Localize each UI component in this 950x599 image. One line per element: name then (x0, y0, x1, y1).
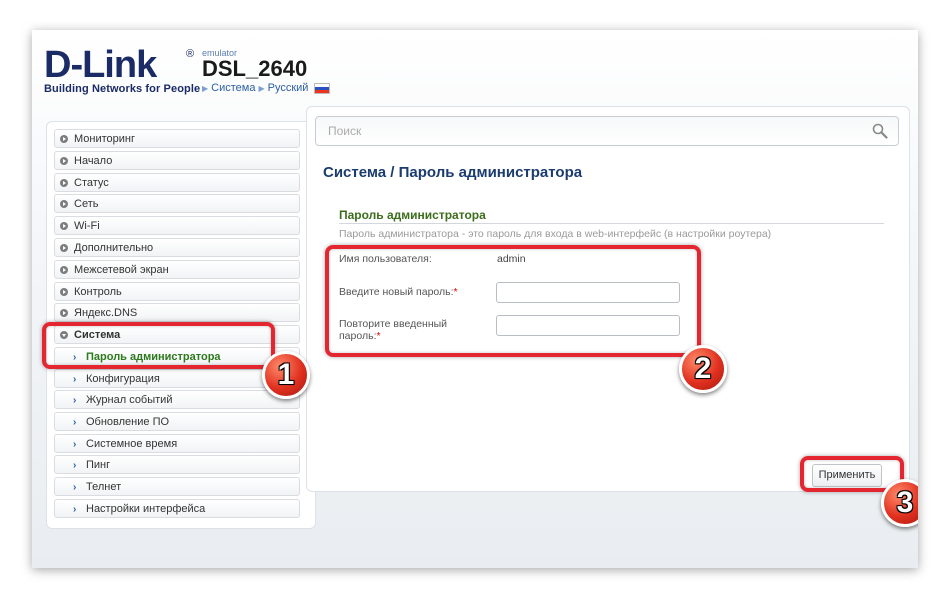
sidebar-subitem-label: Системное время (86, 438, 178, 450)
sidebar-item-label: Мониторинг (74, 133, 136, 145)
bullet-arrow-icon (60, 157, 68, 165)
bullet-arrow-icon (60, 266, 68, 274)
highlight-box-1 (42, 322, 275, 369)
bullet-arrow-icon (60, 309, 68, 317)
bullet-arrow-icon (60, 222, 68, 230)
step-badge-2: 2 (679, 345, 727, 393)
sidebar-item-wifi[interactable]: Wi-Fi (54, 216, 300, 235)
section-divider (339, 223, 884, 224)
sidebar-item-start[interactable]: Начало (54, 151, 300, 170)
section-description: Пароль администратора - это пароль для в… (339, 228, 772, 240)
chevron-right-icon: › (73, 374, 77, 385)
sidebar-item-label: Дополнительно (74, 242, 154, 254)
sidebar-item-yandex-dns[interactable]: Яндекс.DNS (54, 303, 300, 322)
chevron-right-icon: › (73, 439, 77, 450)
sidebar-item-network[interactable]: Сеть (54, 194, 300, 213)
sidebar-subitem-label: Настройки интерфейса (86, 503, 206, 515)
logo-registered-mark: ® (186, 48, 195, 60)
search-icon[interactable] (872, 123, 888, 139)
bullet-arrow-icon (60, 200, 68, 208)
sidebar-item-monitoring[interactable]: Мониторинг (54, 129, 300, 148)
sidebar-subitem-label: Журнал событий (86, 394, 173, 406)
chevron-right-icon: › (73, 504, 77, 515)
sidebar-subitem-telnet[interactable]: › Телнет (54, 477, 300, 496)
sidebar-item-label: Яндекс.DNS (74, 307, 138, 319)
sidebar-item-label: Межсетевой экран (74, 264, 169, 276)
sidebar-item-label: Wi-Fi (74, 220, 100, 232)
chevron-right-icon: › (73, 395, 77, 406)
model-block: emulator DSL_2640 ▶ Система ▶ Русский (202, 48, 331, 94)
sidebar-item-control[interactable]: Контроль (54, 282, 300, 301)
crumb-language-link[interactable]: Русский (268, 82, 309, 94)
step-badge-3: 3 (881, 479, 918, 527)
sidebar-subitem-system-time[interactable]: › Системное время (54, 434, 300, 453)
bullet-arrow-icon (60, 135, 68, 143)
sidebar-subitem-ping[interactable]: › Пинг (54, 455, 300, 474)
page-title: Система / Пароль администратора (323, 164, 583, 181)
sidebar-item-label: Контроль (74, 286, 122, 298)
bullet-arrow-icon (60, 288, 68, 296)
crumb-system-link[interactable]: Система (211, 82, 255, 94)
section-title: Пароль администратора (339, 208, 486, 222)
triangle-right-icon: ▶ (258, 83, 265, 93)
sidebar-item-status[interactable]: Статус (54, 173, 300, 192)
logo-brand: D-Link (44, 44, 157, 86)
sidebar-subitem-firmware-update[interactable]: › Обновление ПО (54, 412, 300, 431)
sidebar-subitem-interface-settings[interactable]: › Настройки интерфейса (54, 499, 300, 518)
sidebar-subitem-event-log[interactable]: › Журнал событий (54, 390, 300, 409)
sidebar-item-firewall[interactable]: Межсетевой экран (54, 260, 300, 279)
search-input[interactable]: Поиск (315, 116, 899, 146)
sidebar-subitem-label: Обновление ПО (86, 416, 170, 428)
logo-tagline: Building Networks for People (44, 83, 201, 95)
bullet-arrow-icon (60, 244, 68, 252)
router-web-interface: D-Link ® Building Networks for People em… (32, 30, 918, 568)
sidebar-item-advanced[interactable]: Дополнительно (54, 238, 300, 257)
header-breadcrumb: ▶ Система ▶ Русский (202, 82, 331, 94)
highlight-box-2 (325, 245, 701, 357)
sidebar-item-label: Сеть (74, 198, 99, 210)
model-name: DSL_2640 (202, 56, 308, 81)
bullet-arrow-icon (60, 179, 68, 187)
sidebar-item-label: Начало (74, 155, 113, 167)
chevron-right-icon: › (73, 460, 77, 471)
sidebar-subitem-label: Пинг (86, 459, 111, 471)
russia-flag-icon[interactable] (314, 82, 331, 94)
chevron-right-icon: › (73, 417, 77, 428)
sidebar-subitem-label: Конфигурация (86, 373, 160, 385)
sidebar-item-label: Статус (74, 177, 109, 189)
dlink-logo: D-Link ® Building Networks for People (44, 46, 200, 95)
triangle-right-icon: ▶ (202, 83, 209, 93)
step-badge-1: 1 (262, 351, 310, 399)
chevron-right-icon: › (73, 482, 77, 493)
sidebar-subitem-label: Телнет (86, 481, 122, 493)
